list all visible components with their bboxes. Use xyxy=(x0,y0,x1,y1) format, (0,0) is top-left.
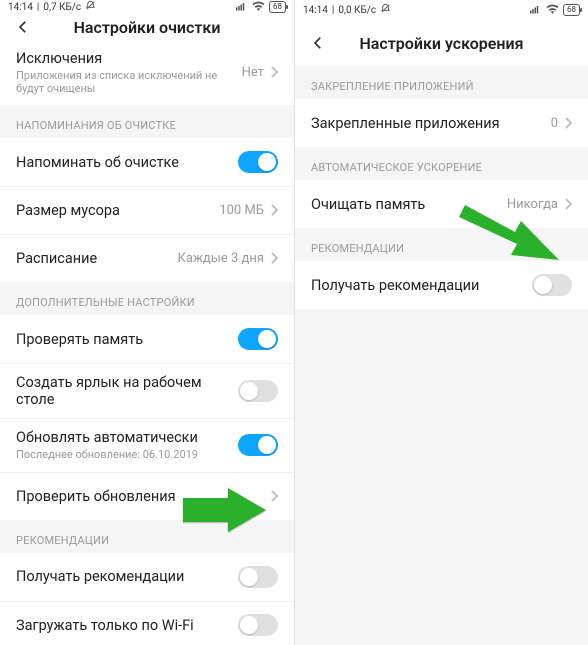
chevron-right-icon xyxy=(270,63,278,82)
toggle-desktop-shortcut[interactable] xyxy=(238,380,278,402)
row-exceptions[interactable]: Исключения Приложения из списка исключен… xyxy=(0,40,294,105)
row-trash-size[interactable]: Размер мусора 100 МБ xyxy=(0,186,294,234)
row-sub: Приложения из списка исключений не будут… xyxy=(16,69,242,95)
chevron-right-icon xyxy=(564,195,572,214)
section-reminders: НАПОМИНАНИЯ ОБ ОЧИСТКЕ xyxy=(0,105,294,138)
section-pinning: ЗАКРЕПЛЕНИЕ ПРИЛОЖЕНИЙ xyxy=(295,66,588,99)
row-value: Каждые 3 дня xyxy=(178,251,264,266)
status-net: 0,7 КБ/с xyxy=(43,2,81,13)
battery-icon: 68 xyxy=(269,1,286,13)
section-recommendations: РЕКОМЕНДАЦИИ xyxy=(0,520,294,553)
status-bar: 14:14 | 0,7 КБ/с 68 xyxy=(0,0,294,14)
screen-boost-settings: 14:14 | 0,0 КБ/с 68 Настройки ускорения … xyxy=(294,0,588,645)
signal-icon xyxy=(236,1,248,14)
dnd-icon xyxy=(380,3,391,17)
section-auto-boost: АВТОМАТИЧЕСКОЕ УСКОРЕНИЕ xyxy=(295,147,588,180)
row-label: Исключения xyxy=(16,50,242,67)
toggle-auto-update[interactable] xyxy=(238,434,278,456)
row-clear-memory[interactable]: Очищать память Никогда xyxy=(295,180,588,228)
row-label: Получать рекомендации xyxy=(16,568,238,585)
row-value: 100 МБ xyxy=(219,203,264,218)
row-value: Никогда xyxy=(507,197,558,212)
row-value: Нет xyxy=(242,65,264,80)
row-sub: Последнее обновление: 06.10.2019 xyxy=(16,448,238,461)
screen-cleaning-settings: 14:14 | 0,7 КБ/с 68 Настройки очистки Ис… xyxy=(0,0,294,645)
row-pinned-apps[interactable]: Закрепленные приложения 0 xyxy=(295,99,588,147)
status-time: 14:14 xyxy=(303,5,328,16)
toggle-remind-clean[interactable] xyxy=(238,151,278,173)
row-label: Обновлять автоматически xyxy=(16,429,238,446)
wifi-icon xyxy=(546,4,559,17)
row-label: Загружать только по Wi-Fi xyxy=(16,617,238,634)
section-recommendations: РЕКОМЕНДАЦИИ xyxy=(295,228,588,261)
back-button[interactable] xyxy=(305,30,331,56)
status-bar: 14:14 | 0,0 КБ/с 68 xyxy=(295,0,588,20)
chevron-right-icon xyxy=(270,249,278,268)
row-label: Напоминать об очистке xyxy=(16,154,238,171)
row-desktop-shortcut[interactable]: Создать ярлык на рабочем столе xyxy=(0,363,294,418)
row-label: Расписание xyxy=(16,250,178,267)
page-title: Настройки ускорения xyxy=(295,34,588,53)
row-schedule[interactable]: Расписание Каждые 3 дня xyxy=(0,234,294,282)
chevron-right-icon xyxy=(564,114,572,133)
row-label: Размер мусора xyxy=(16,202,219,219)
row-receive-recommendations[interactable]: Получать рекомендации xyxy=(295,261,588,309)
toggle-receive-recommendations[interactable] xyxy=(532,274,572,296)
row-label: Закрепленные приложения xyxy=(311,115,551,132)
wifi-icon xyxy=(252,1,265,14)
row-remind-clean[interactable]: Напоминать об очистке xyxy=(0,138,294,186)
chevron-right-icon xyxy=(270,487,278,506)
row-label: Проверять память xyxy=(16,331,238,348)
row-label: Проверить обновления xyxy=(16,488,270,505)
row-label: Получать рекомендации xyxy=(311,277,532,294)
toggle-wifi-only[interactable] xyxy=(238,614,278,636)
status-time: 14:14 xyxy=(8,2,33,13)
row-label: Создать ярлык на рабочем столе xyxy=(16,374,238,408)
toggle-receive-recommendations[interactable] xyxy=(238,566,278,588)
row-label: Очищать память xyxy=(311,196,507,213)
section-additional: ДОПОЛНИТЕЛЬНЫЕ НАСТРОЙКИ xyxy=(0,282,294,315)
battery-icon: 68 xyxy=(563,4,580,16)
header: Настройки ускорения xyxy=(295,20,588,66)
row-check-updates[interactable]: Проверить обновления xyxy=(0,472,294,520)
page-title: Настройки очистки xyxy=(0,18,294,37)
status-net: 0,0 КБ/с xyxy=(338,5,376,16)
row-check-memory[interactable]: Проверять память xyxy=(0,315,294,363)
row-receive-recommendations[interactable]: Получать рекомендации xyxy=(0,553,294,601)
row-auto-update[interactable]: Обновлять автоматически Последнее обновл… xyxy=(0,418,294,471)
row-wifi-only[interactable]: Загружать только по Wi-Fi xyxy=(0,601,294,645)
chevron-right-icon xyxy=(270,201,278,220)
dnd-icon xyxy=(85,0,96,14)
signal-icon xyxy=(530,4,542,17)
back-button[interactable] xyxy=(10,14,36,40)
header: Настройки очистки xyxy=(0,14,294,40)
toggle-check-memory[interactable] xyxy=(238,328,278,350)
row-value: 0 xyxy=(551,116,558,131)
